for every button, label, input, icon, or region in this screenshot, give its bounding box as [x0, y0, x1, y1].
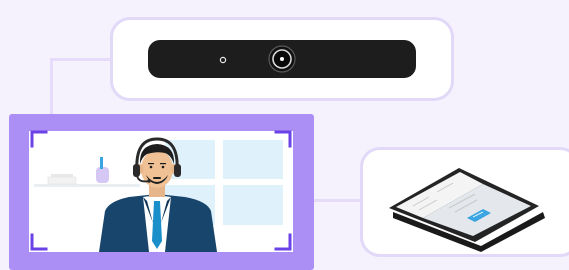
- tablet-card: [360, 147, 569, 257]
- bracket-bottom-left: [30, 233, 48, 251]
- touch-controller-tablet-icon: [389, 168, 545, 252]
- bracket-top-left: [30, 130, 48, 148]
- bracket-bottom-right: [274, 233, 292, 251]
- bracket-top-right: [274, 130, 292, 148]
- device-diagram: [0, 0, 569, 270]
